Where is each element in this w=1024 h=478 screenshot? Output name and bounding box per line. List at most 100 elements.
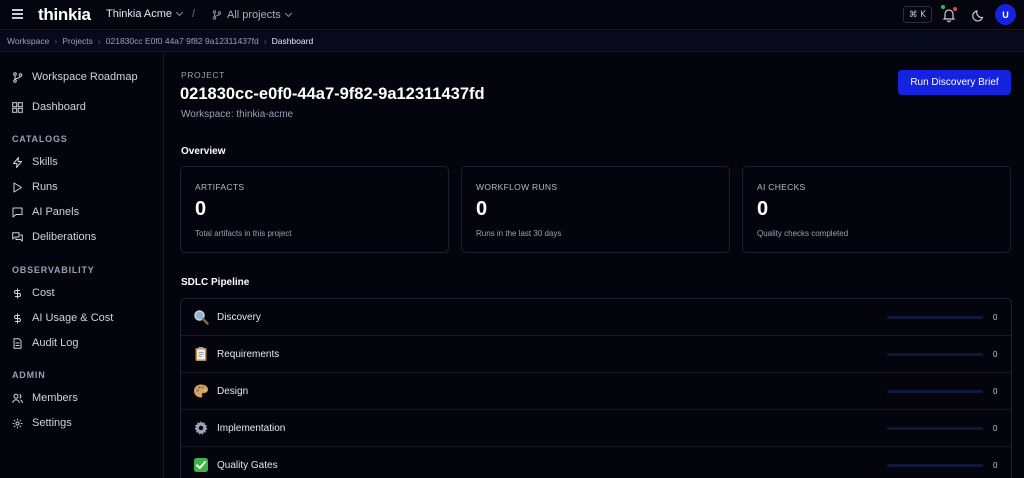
stat-card-label: AI CHECKS — [757, 182, 806, 192]
page-eyebrow: PROJECT — [181, 70, 225, 80]
sidebar-item-runs[interactable]: Runs — [12, 179, 58, 195]
pipeline-stage-progress — [887, 463, 983, 467]
branch-icon — [13, 71, 23, 83]
gear-icon — [194, 421, 208, 435]
sidebar-item-audit-log[interactable]: Audit Log — [12, 335, 78, 351]
sidebar-item-ai-panels[interactable]: AI Panels — [12, 204, 79, 220]
chat-multi-icon — [12, 231, 23, 241]
branch-icon — [212, 9, 222, 20]
dollar-icon — [14, 313, 21, 323]
sidebar-item-label: Skills — [32, 156, 58, 168]
dashboard-icon — [12, 101, 23, 113]
chevron-down-icon — [284, 9, 292, 17]
breadcrumb-separator: › — [263, 36, 267, 46]
stat-card-label: ARTIFACTS — [195, 182, 245, 192]
users-icon — [12, 393, 23, 403]
pipeline-stage-name: Discovery — [217, 311, 261, 323]
sidebar-item-deliberations[interactable]: Deliberations — [12, 229, 96, 245]
overview-heading: Overview — [181, 146, 226, 157]
sidebar-item-label: AI Usage & Cost — [32, 312, 114, 324]
sidebar-item-cost[interactable]: Cost — [12, 285, 55, 301]
breadcrumb-workspace[interactable]: Workspace — [7, 36, 49, 46]
stat-card-artifacts: ARTIFACTS 0 Total artifacts in this proj… — [180, 166, 449, 253]
magnifier-icon — [194, 310, 209, 325]
stat-card-value: 0 — [195, 198, 207, 220]
breadcrumb-separator: › — [97, 36, 101, 46]
sidebar: Workspace Roadmap Dashboard CATALOGS Ski… — [0, 53, 164, 478]
pipeline-stage-count: 0 — [993, 312, 998, 322]
chat-icon — [12, 207, 23, 217]
sidebar-item-label: Workspace Roadmap — [32, 71, 138, 83]
pipeline-stage-count: 0 — [993, 460, 998, 470]
pipeline-stage-quality-gates[interactable]: Quality Gates 0 — [181, 447, 1011, 478]
sidebar-item-label: Cost — [32, 287, 55, 299]
pipeline-stage-design[interactable]: Design 0 — [181, 373, 1011, 410]
sidebar-item-ai-usage-cost[interactable]: AI Usage & Cost — [12, 310, 113, 326]
workspace-name: Thinkia Acme — [106, 8, 173, 20]
stat-card-label: WORKFLOW RUNS — [476, 182, 558, 192]
pipeline-stage-discovery[interactable]: Discovery 0 — [181, 299, 1011, 336]
moon-icon[interactable] — [971, 7, 987, 23]
run-discovery-brief-button[interactable]: Run Discovery Brief — [898, 70, 1011, 95]
sidebar-item-settings[interactable]: Settings — [12, 415, 72, 431]
sidebar-item-label: Audit Log — [32, 337, 79, 349]
notification-dot — [953, 7, 957, 11]
pipeline-stage-progress — [887, 315, 983, 319]
breadcrumb-separator: › — [54, 36, 58, 46]
gear-icon — [12, 418, 23, 428]
pipeline-stage-progress — [887, 389, 983, 393]
command-palette-shortcut[interactable]: ⌘ K — [903, 6, 932, 23]
sidebar-item-label: AI Panels — [32, 206, 80, 218]
pipeline-stage-count: 0 — [993, 349, 998, 359]
sidebar-item-members[interactable]: Members — [12, 390, 78, 406]
sidebar-item-label: Runs — [32, 181, 58, 193]
workspace-switcher[interactable]: Thinkia Acme — [106, 8, 184, 20]
breadcrumb-project[interactable]: 021830cc E0f0 44a7 9f82 9a12311437fd — [106, 36, 259, 46]
pipeline-stage-name: Quality Gates — [217, 459, 278, 471]
sidebar-item-workspace-roadmap[interactable]: Workspace Roadmap — [12, 69, 138, 85]
pipeline-stage-progress — [887, 426, 983, 430]
top-bar: thinkia Thinkia Acme / All projects ⌘ K … — [0, 0, 1024, 30]
menu-icon[interactable] — [12, 9, 23, 19]
workspace-label: Workspace: thinkia-acme — [181, 109, 294, 120]
breadcrumb-current: Dashboard — [271, 36, 314, 46]
separator: / — [192, 8, 196, 20]
pipeline-stage-count: 0 — [993, 386, 998, 396]
pipeline-heading: SDLC Pipeline — [181, 277, 250, 288]
sidebar-item-label: Dashboard — [32, 101, 86, 113]
project-switcher-label: All projects — [227, 8, 281, 21]
page-title: 021830cc-e0f0-44a7-9f82-9a12311437fd — [180, 85, 485, 103]
pipeline-stage-name: Requirements — [217, 348, 280, 360]
stat-card-workflow-runs: WORKFLOW RUNS 0 Runs in the last 30 days — [461, 166, 730, 253]
stat-card-caption: Quality checks completed — [757, 229, 849, 238]
play-icon — [13, 182, 22, 192]
sidebar-item-label: Settings — [32, 417, 72, 429]
chevron-down-icon — [175, 8, 184, 17]
sidebar-heading-admin: ADMIN — [12, 370, 46, 380]
breadcrumb-projects[interactable]: Projects — [62, 36, 93, 46]
pipeline-stage-name: Implementation — [217, 422, 286, 434]
check-mark-icon — [194, 458, 208, 472]
status-dot-green — [941, 5, 945, 9]
sidebar-item-label: Deliberations — [32, 231, 97, 243]
sidebar-heading-catalogs: CATALOGS — [12, 134, 68, 144]
pipeline-stage-name: Design — [217, 385, 249, 397]
pipeline-stage-count: 0 — [993, 423, 998, 433]
pipeline-stage-requirements[interactable]: Requirements 0 — [181, 336, 1011, 373]
sidebar-heading-observability: OBSERVABILITY — [12, 265, 95, 275]
logo: thinkia — [38, 5, 91, 24]
avatar[interactable]: U — [995, 4, 1016, 25]
project-switcher[interactable]: All projects — [204, 4, 299, 25]
pipeline-stage-implementation[interactable]: Implementation 0 — [181, 410, 1011, 447]
pipeline-stage-progress — [887, 352, 983, 356]
stat-card-ai-checks: AI CHECKS 0 Quality checks completed — [742, 166, 1011, 253]
stat-card-value: 0 — [476, 198, 488, 220]
stat-card-caption: Total artifacts in this project — [195, 229, 292, 238]
breadcrumb: Workspace › Projects › 021830cc E0f0 44a… — [0, 31, 1024, 52]
sdlc-pipeline: Discovery 0 Requirements 0 Design 0 Impl… — [180, 298, 1012, 478]
stat-card-value: 0 — [757, 198, 769, 220]
dollar-icon — [14, 288, 21, 298]
sidebar-item-dashboard[interactable]: Dashboard — [12, 99, 86, 115]
clipboard-icon — [195, 347, 207, 361]
sidebar-item-skills[interactable]: Skills — [12, 154, 58, 170]
